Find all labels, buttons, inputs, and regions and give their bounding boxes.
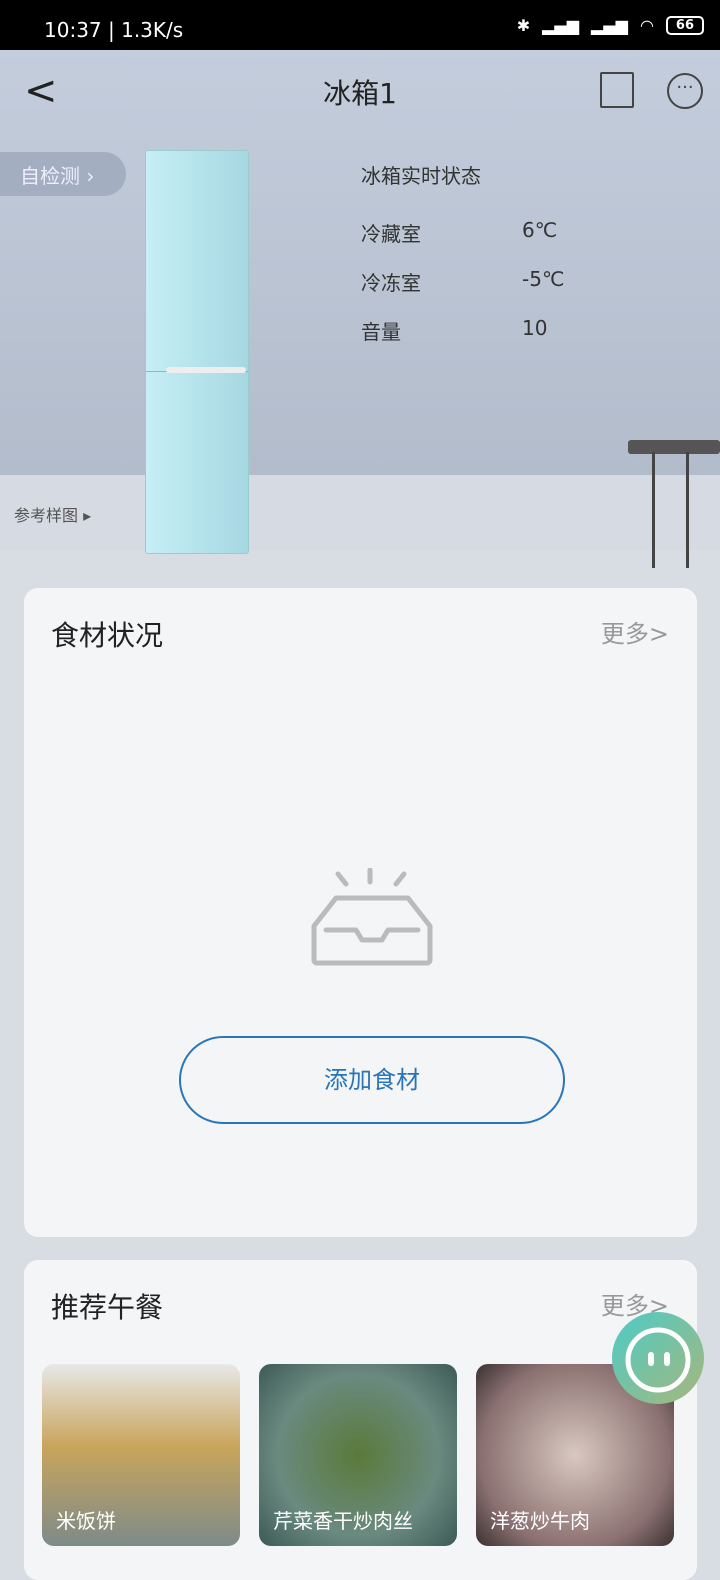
status-value: 6℃ xyxy=(522,218,558,242)
empty-box-icon xyxy=(311,868,433,966)
fridge-image xyxy=(145,150,249,554)
card-title: 推荐午餐 xyxy=(51,1291,164,1324)
status-bar: 10:37 | 1.3K/s ✱ ▂▄▆ ▂▄▆ ◠ 66 xyxy=(0,0,720,50)
status-value: -5℃ xyxy=(522,267,565,291)
more-link[interactable]: 更多> xyxy=(601,614,669,649)
more-options-icon[interactable]: ··· xyxy=(667,73,703,109)
signal-icon: ▂▄▆ xyxy=(542,16,580,35)
assistant-robot-button[interactable] xyxy=(612,1312,704,1404)
status-time: 10:37 | 1.3K/s xyxy=(44,18,184,42)
decor-table-leg xyxy=(652,452,655,568)
recipe-name: 洋葱炒牛肉 xyxy=(490,1509,590,1533)
recipe-name: 芹菜香干炒肉丝 xyxy=(273,1509,413,1533)
signal-icon: ▂▄▆ xyxy=(591,16,628,35)
battery-icon: 66 xyxy=(665,16,704,35)
wifi-icon: ◠ xyxy=(639,16,654,35)
add-food-button[interactable]: 添加食材 xyxy=(179,1036,565,1124)
card-title: 食材状况 xyxy=(51,619,164,652)
decor-table xyxy=(628,440,720,454)
robot-icon xyxy=(625,1327,691,1393)
reference-image-note: 参考样图 ▸ xyxy=(14,506,92,525)
status-row: 音量 10 xyxy=(361,316,547,345)
decor-table-leg xyxy=(686,452,689,568)
recipe-card[interactable]: 米饭饼 xyxy=(42,1364,240,1546)
status-row: 冷冻室 -5℃ xyxy=(361,267,564,296)
status-value: 10 xyxy=(522,316,548,340)
device-info-icon[interactable] xyxy=(600,72,634,108)
status-label: 冷藏室 xyxy=(361,222,421,246)
recipe-card[interactable]: 芹菜香干炒肉丝 xyxy=(259,1364,457,1546)
self-check-button[interactable]: 自检测 › xyxy=(0,152,126,196)
status-label: 冷冻室 xyxy=(361,271,421,295)
status-row: 冷藏室 6℃ xyxy=(361,218,557,247)
status-label: 音量 xyxy=(361,320,401,344)
lunch-card: 推荐午餐 更多> 米饭饼 芹菜香干炒肉丝 洋葱炒牛肉 xyxy=(24,1260,697,1580)
device-hero xyxy=(0,50,720,550)
bluetooth-icon: ✱ xyxy=(516,16,531,35)
food-status-card: 食材状况 更多> 添加食材 xyxy=(24,588,697,1237)
status-title: 冰箱实时状态 xyxy=(361,164,481,188)
recipe-name: 米饭饼 xyxy=(56,1509,116,1533)
self-check-label: 自检测 xyxy=(20,164,80,188)
